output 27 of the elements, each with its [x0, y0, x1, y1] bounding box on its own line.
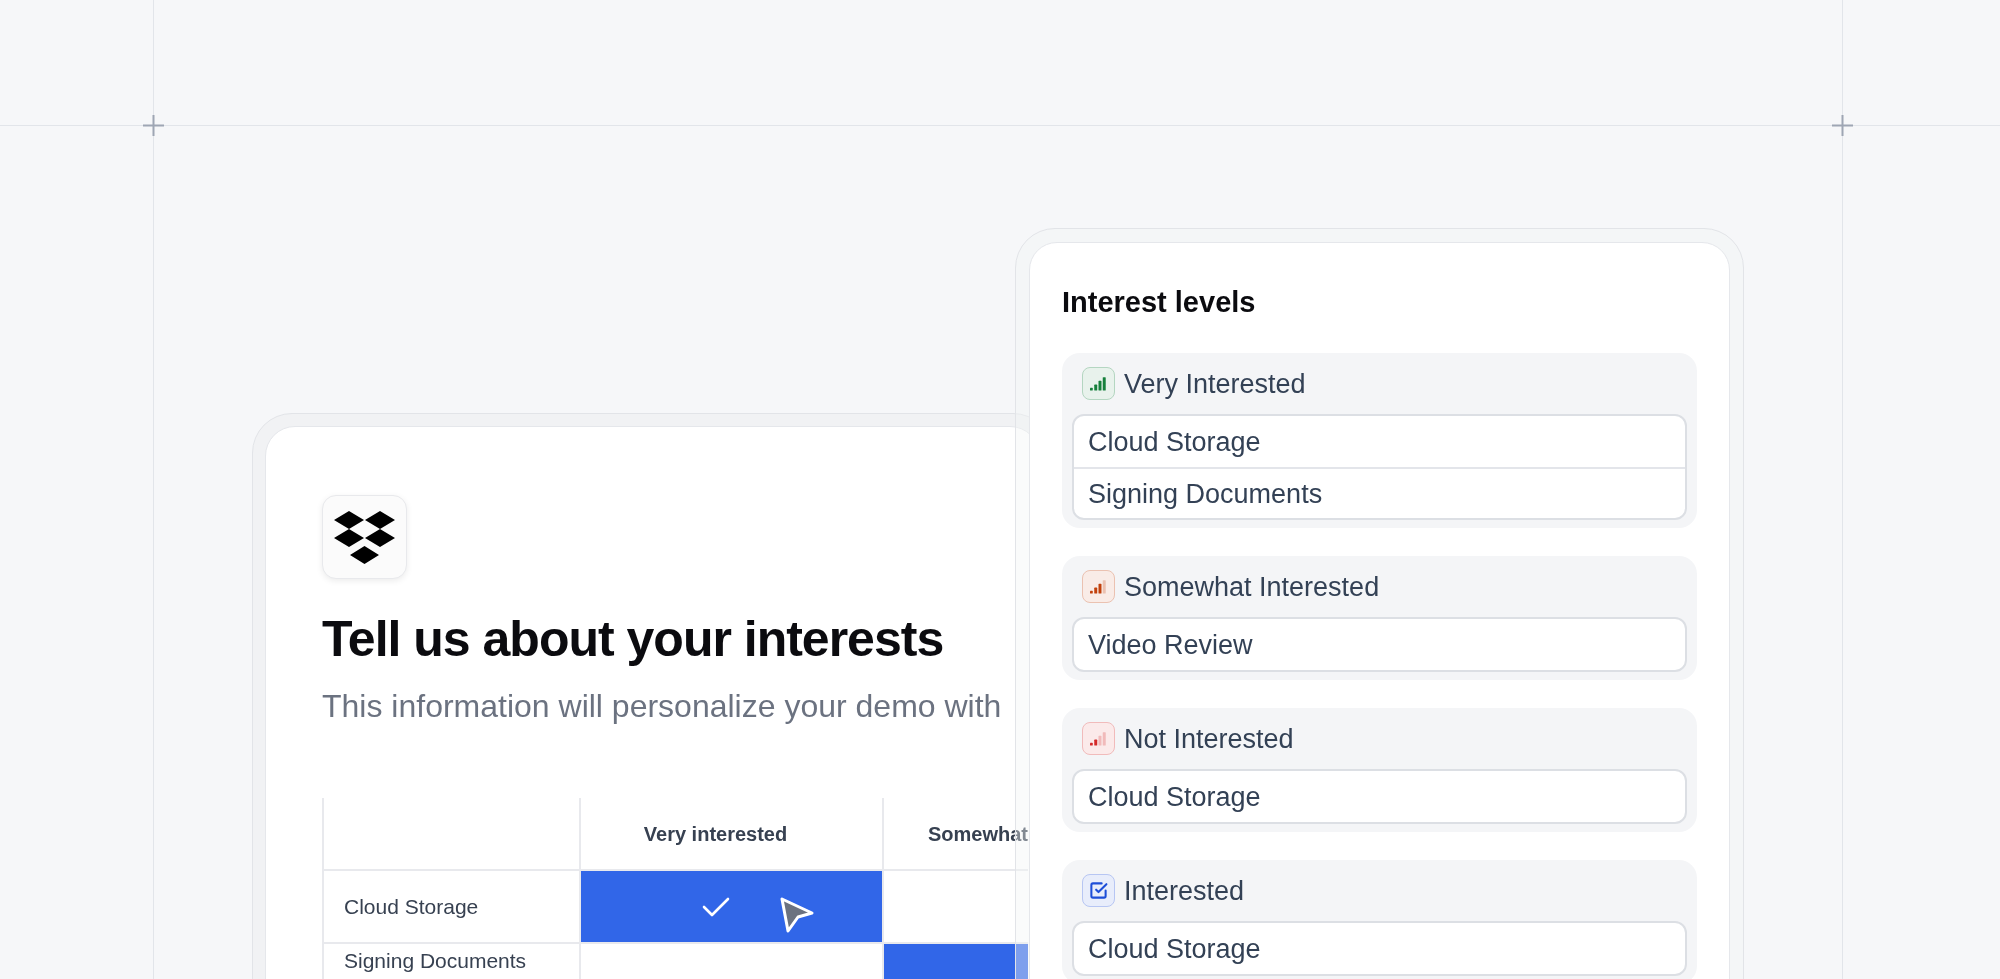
group-label: Very Interested	[1124, 367, 1306, 400]
checkbox-icon	[1082, 874, 1115, 907]
group-label: Somewhat Interested	[1124, 570, 1380, 603]
list-item: Cloud Storage	[1088, 425, 1261, 458]
column-header: Very interested	[643, 821, 788, 846]
list-item: Signing Documents	[1088, 477, 1323, 510]
subtitle: This information will personalize your demo with	[322, 687, 1002, 725]
signal-bars-icon	[1082, 722, 1115, 755]
panel-title: Interest levels	[1062, 285, 1256, 319]
plus-icon	[143, 115, 164, 136]
choice-cell[interactable]	[882, 871, 1028, 944]
group-label: Interested	[1124, 874, 1245, 907]
page-title: Tell us about your interests	[322, 610, 944, 668]
choice-cell[interactable]	[882, 944, 1028, 979]
plus-icon	[1832, 115, 1853, 136]
choice-cell[interactable]	[579, 871, 882, 944]
list-item: Cloud Storage	[1088, 932, 1261, 965]
logo-icon	[322, 495, 407, 579]
list-item: Video Review	[1088, 628, 1253, 661]
signal-bars-icon	[1082, 367, 1115, 400]
column-header: Somewhat	[928, 821, 1029, 846]
list-item: Cloud Storage	[1088, 780, 1261, 813]
row-label: Signing Documents	[344, 949, 527, 973]
signal-bars-icon	[1082, 570, 1115, 603]
row-label: Cloud Storage	[344, 894, 479, 919]
cursor-icon	[778, 896, 815, 934]
group-label: Not Interested	[1124, 722, 1294, 755]
